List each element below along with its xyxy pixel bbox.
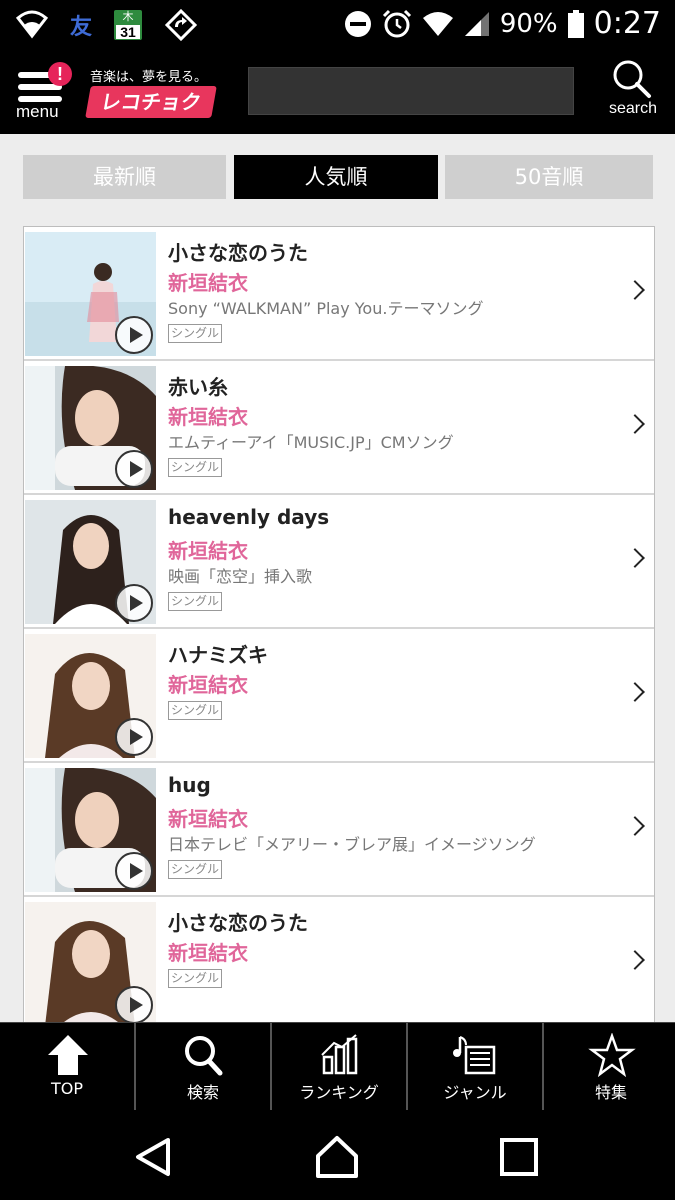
single-badge: シングル (168, 860, 223, 879)
tab-label: 特集 (594, 1083, 627, 1102)
single-badge: シングル (168, 458, 223, 477)
song-row[interactable]: 小さな恋のうた 新垣結衣 シングル (24, 897, 654, 1029)
song-title: 小さな恋のうた (168, 241, 308, 265)
tab-label: ジャンル (443, 1083, 507, 1102)
play-icon[interactable] (115, 584, 153, 622)
tab-alphabetical[interactable]: 50音順 (445, 155, 653, 199)
song-row[interactable]: 赤い糸 新垣結衣 エムティーアイ「MUSIC.JP」CMソング シングル (24, 361, 654, 495)
chevron-right-icon (625, 682, 645, 702)
play-icon[interactable] (115, 316, 153, 354)
alarm-icon (382, 9, 411, 37)
song-artist[interactable]: 新垣結衣 (168, 937, 248, 966)
genre-icon (453, 1036, 496, 1075)
search-button[interactable]: search (603, 58, 667, 128)
single-badge: シングル (168, 592, 223, 611)
battery-icon (567, 9, 584, 38)
play-icon[interactable] (115, 718, 153, 756)
bottom-tab-bar: TOP 検索 ランキング ジャンル 特集 (0, 1022, 675, 1111)
chevron-right-icon (625, 414, 645, 434)
song-thumbnail (25, 902, 156, 1026)
home-nav-icon[interactable] (314, 1134, 360, 1180)
song-title: hug (168, 773, 211, 797)
play-icon[interactable] (115, 852, 153, 890)
tab-ranking[interactable]: ランキング (272, 1023, 408, 1111)
song-description: 映画「恋空」挿入歌 (168, 567, 313, 586)
play-icon[interactable] (115, 450, 153, 488)
battery-percent: 90% (499, 8, 558, 39)
song-description: Sony “WALKMAN” Play You.テーマソング (168, 299, 484, 318)
recochoku-logo[interactable]: レコチョク (85, 86, 217, 118)
song-title: 赤い糸 (168, 375, 228, 399)
song-artist[interactable]: 新垣結衣 (168, 267, 248, 296)
tab-feature[interactable]: 特集 (544, 1023, 675, 1111)
single-badge: シングル (168, 701, 223, 720)
recents-icon[interactable] (496, 1134, 542, 1180)
song-title: heavenly days (168, 505, 330, 529)
home-icon (48, 1035, 88, 1075)
tab-search[interactable]: 検索 (136, 1023, 272, 1111)
menu-badge: ! (48, 62, 72, 86)
status-bar: 友 木 31 90% 0:27 (0, 0, 675, 48)
chevron-right-icon (625, 280, 645, 300)
tab-label: TOP (50, 1079, 83, 1098)
song-thumbnail (25, 232, 156, 356)
menu-label: menu (16, 102, 59, 121)
tab-newest[interactable]: 最新順 (23, 155, 226, 199)
song-artist[interactable]: 新垣結衣 (168, 803, 248, 832)
ranking-icon (321, 1034, 358, 1075)
calendar-icon: 木 31 (114, 10, 143, 40)
single-badge: シングル (168, 324, 223, 343)
song-title: 小さな恋のうた (168, 911, 308, 935)
tab-label: ランキング (299, 1083, 379, 1102)
song-artist[interactable]: 新垣結衣 (168, 401, 248, 430)
song-artist[interactable]: 新垣結衣 (168, 535, 248, 564)
song-thumbnail (25, 768, 156, 892)
song-thumbnail (25, 366, 156, 490)
tab-top[interactable]: TOP (0, 1023, 136, 1111)
system-nav-bar (0, 1110, 675, 1200)
chevron-right-icon (625, 548, 645, 568)
song-artist[interactable]: 新垣結衣 (168, 669, 248, 698)
search-icon (185, 1036, 223, 1076)
clock: 0:27 (593, 6, 661, 41)
song-description: エムティーアイ「MUSIC.JP」CMソング (168, 433, 454, 452)
song-description: 日本テレビ「メアリー・ブレア展」イメージソング (168, 835, 536, 854)
back-icon[interactable] (130, 1134, 176, 1180)
calendar-weekday: 木 (122, 10, 134, 23)
song-row[interactable]: heavenly days 新垣結衣 映画「恋空」挿入歌 シングル (24, 495, 654, 629)
song-row[interactable]: ハナミズキ 新垣結衣 シングル (24, 629, 654, 763)
signal-icon (464, 11, 489, 36)
app-header: ! menu 音楽は、夢を見る。 レコチョク search (0, 48, 675, 134)
logo-tagline: 音楽は、夢を見る。 (90, 70, 208, 85)
search-icon (613, 60, 651, 98)
song-list: 小さな恋のうた 新垣結衣 Sony “WALKMAN” Play You.テーマ… (23, 226, 655, 1030)
sync-icon (164, 8, 198, 42)
menu-button[interactable]: ! menu (16, 62, 72, 124)
tab-label: 検索 (186, 1083, 219, 1102)
tomo-icon: 友 (70, 15, 93, 40)
tab-popular[interactable]: 人気順 (234, 155, 438, 199)
search-input[interactable] (248, 67, 574, 115)
song-row[interactable]: 小さな恋のうた 新垣結衣 Sony “WALKMAN” Play You.テーマ… (24, 227, 654, 361)
wifi-shield-icon (16, 10, 48, 39)
chevron-right-icon (625, 816, 645, 836)
play-icon[interactable] (115, 986, 153, 1024)
song-title: ハナミズキ (168, 643, 268, 667)
single-badge: シングル (168, 969, 223, 988)
calendar-day: 31 (116, 24, 141, 39)
star-icon (588, 1033, 636, 1077)
song-row[interactable]: hug 新垣結衣 日本テレビ「メアリー・ブレア展」イメージソング シングル (24, 763, 654, 897)
tab-genre[interactable]: ジャンル (408, 1023, 544, 1111)
sort-tabs: 最新順 人気順 50音順 (23, 155, 653, 199)
dnd-icon (344, 10, 371, 37)
chevron-right-icon (625, 950, 645, 970)
song-thumbnail (25, 634, 156, 758)
song-thumbnail (25, 500, 156, 624)
wifi-icon (422, 11, 453, 36)
search-label: search (609, 100, 658, 117)
